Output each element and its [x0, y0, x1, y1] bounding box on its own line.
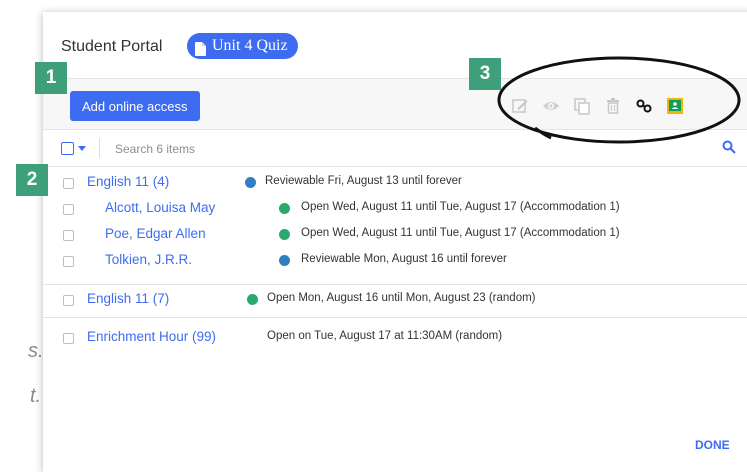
group-name[interactable]: Enrichment Hour (99)	[87, 329, 216, 344]
background-text-2: t.	[30, 385, 42, 407]
group-name[interactable]: English 11 (4)	[87, 174, 169, 189]
row-checkbox[interactable]	[63, 204, 74, 215]
group-status: Open Mon, August 16 until Mon, August 23…	[267, 292, 536, 304]
add-online-access-button[interactable]: Add online access	[70, 91, 200, 121]
done-button[interactable]: DONE	[695, 438, 730, 452]
portal-title: Student Portal	[61, 38, 163, 55]
row-checkbox[interactable]	[63, 178, 74, 189]
group-english-11-4: English 11 (4) Reviewable Fri, August 13…	[43, 170, 747, 280]
group-divider	[43, 284, 747, 285]
student-name[interactable]: Tolkien, J.R.R.	[105, 252, 192, 267]
group-divider	[43, 317, 747, 318]
group-status: Reviewable Fri, August 13 until forever	[265, 175, 462, 187]
row-checkbox[interactable]	[63, 295, 74, 306]
group-status: Open on Tue, August 17 at 11:30AM (rando…	[267, 330, 503, 342]
open-status-dot	[279, 229, 290, 240]
student-row[interactable]: Poe, Edgar Allen Open Wed, August 11 unt…	[43, 222, 747, 248]
student-row[interactable]: Tolkien, J.R.R. Reviewable Mon, August 1…	[43, 248, 747, 274]
student-status: Reviewable Mon, August 16 until forever	[301, 253, 507, 265]
select-all-checkbox[interactable]	[61, 142, 74, 155]
open-status-dot	[247, 294, 258, 305]
background-text-1: s.	[28, 340, 44, 362]
chevron-down-icon[interactable]	[78, 146, 86, 151]
callout-badge-2: 2	[16, 164, 48, 196]
group-enrichment-hour: Enrichment Hour (99) Open on Tue, August…	[43, 325, 747, 351]
row-checkbox[interactable]	[63, 333, 74, 344]
row-checkbox[interactable]	[63, 256, 74, 267]
group-english-11-7: English 11 (7) Open Mon, August 16 until…	[43, 287, 747, 313]
student-status: Open Wed, August 11 until Tue, August 17…	[301, 201, 620, 213]
highlight-ellipse	[497, 56, 741, 144]
group-name[interactable]: English 11 (7)	[87, 291, 169, 306]
document-icon	[195, 39, 206, 56]
student-name[interactable]: Poe, Edgar Allen	[105, 226, 206, 241]
open-status-dot	[279, 203, 290, 214]
group-row[interactable]: English 11 (4) Reviewable Fri, August 13…	[43, 170, 747, 196]
divider	[99, 138, 100, 158]
student-name[interactable]: Alcott, Louisa May	[105, 200, 215, 215]
quiz-badge: Unit 4 Quiz	[187, 33, 298, 59]
student-row[interactable]: Alcott, Louisa May Open Wed, August 11 u…	[43, 196, 747, 222]
student-status: Open Wed, August 11 until Tue, August 17…	[301, 227, 620, 239]
row-checkbox[interactable]	[63, 230, 74, 241]
callout-badge-1: 1	[35, 62, 67, 94]
quiz-title: Unit 4 Quiz	[212, 37, 288, 54]
group-row[interactable]: Enrichment Hour (99) Open on Tue, August…	[43, 325, 747, 351]
group-row[interactable]: English 11 (7) Open Mon, August 16 until…	[43, 287, 747, 313]
reviewable-status-dot	[245, 177, 256, 188]
reviewable-status-dot	[279, 255, 290, 266]
